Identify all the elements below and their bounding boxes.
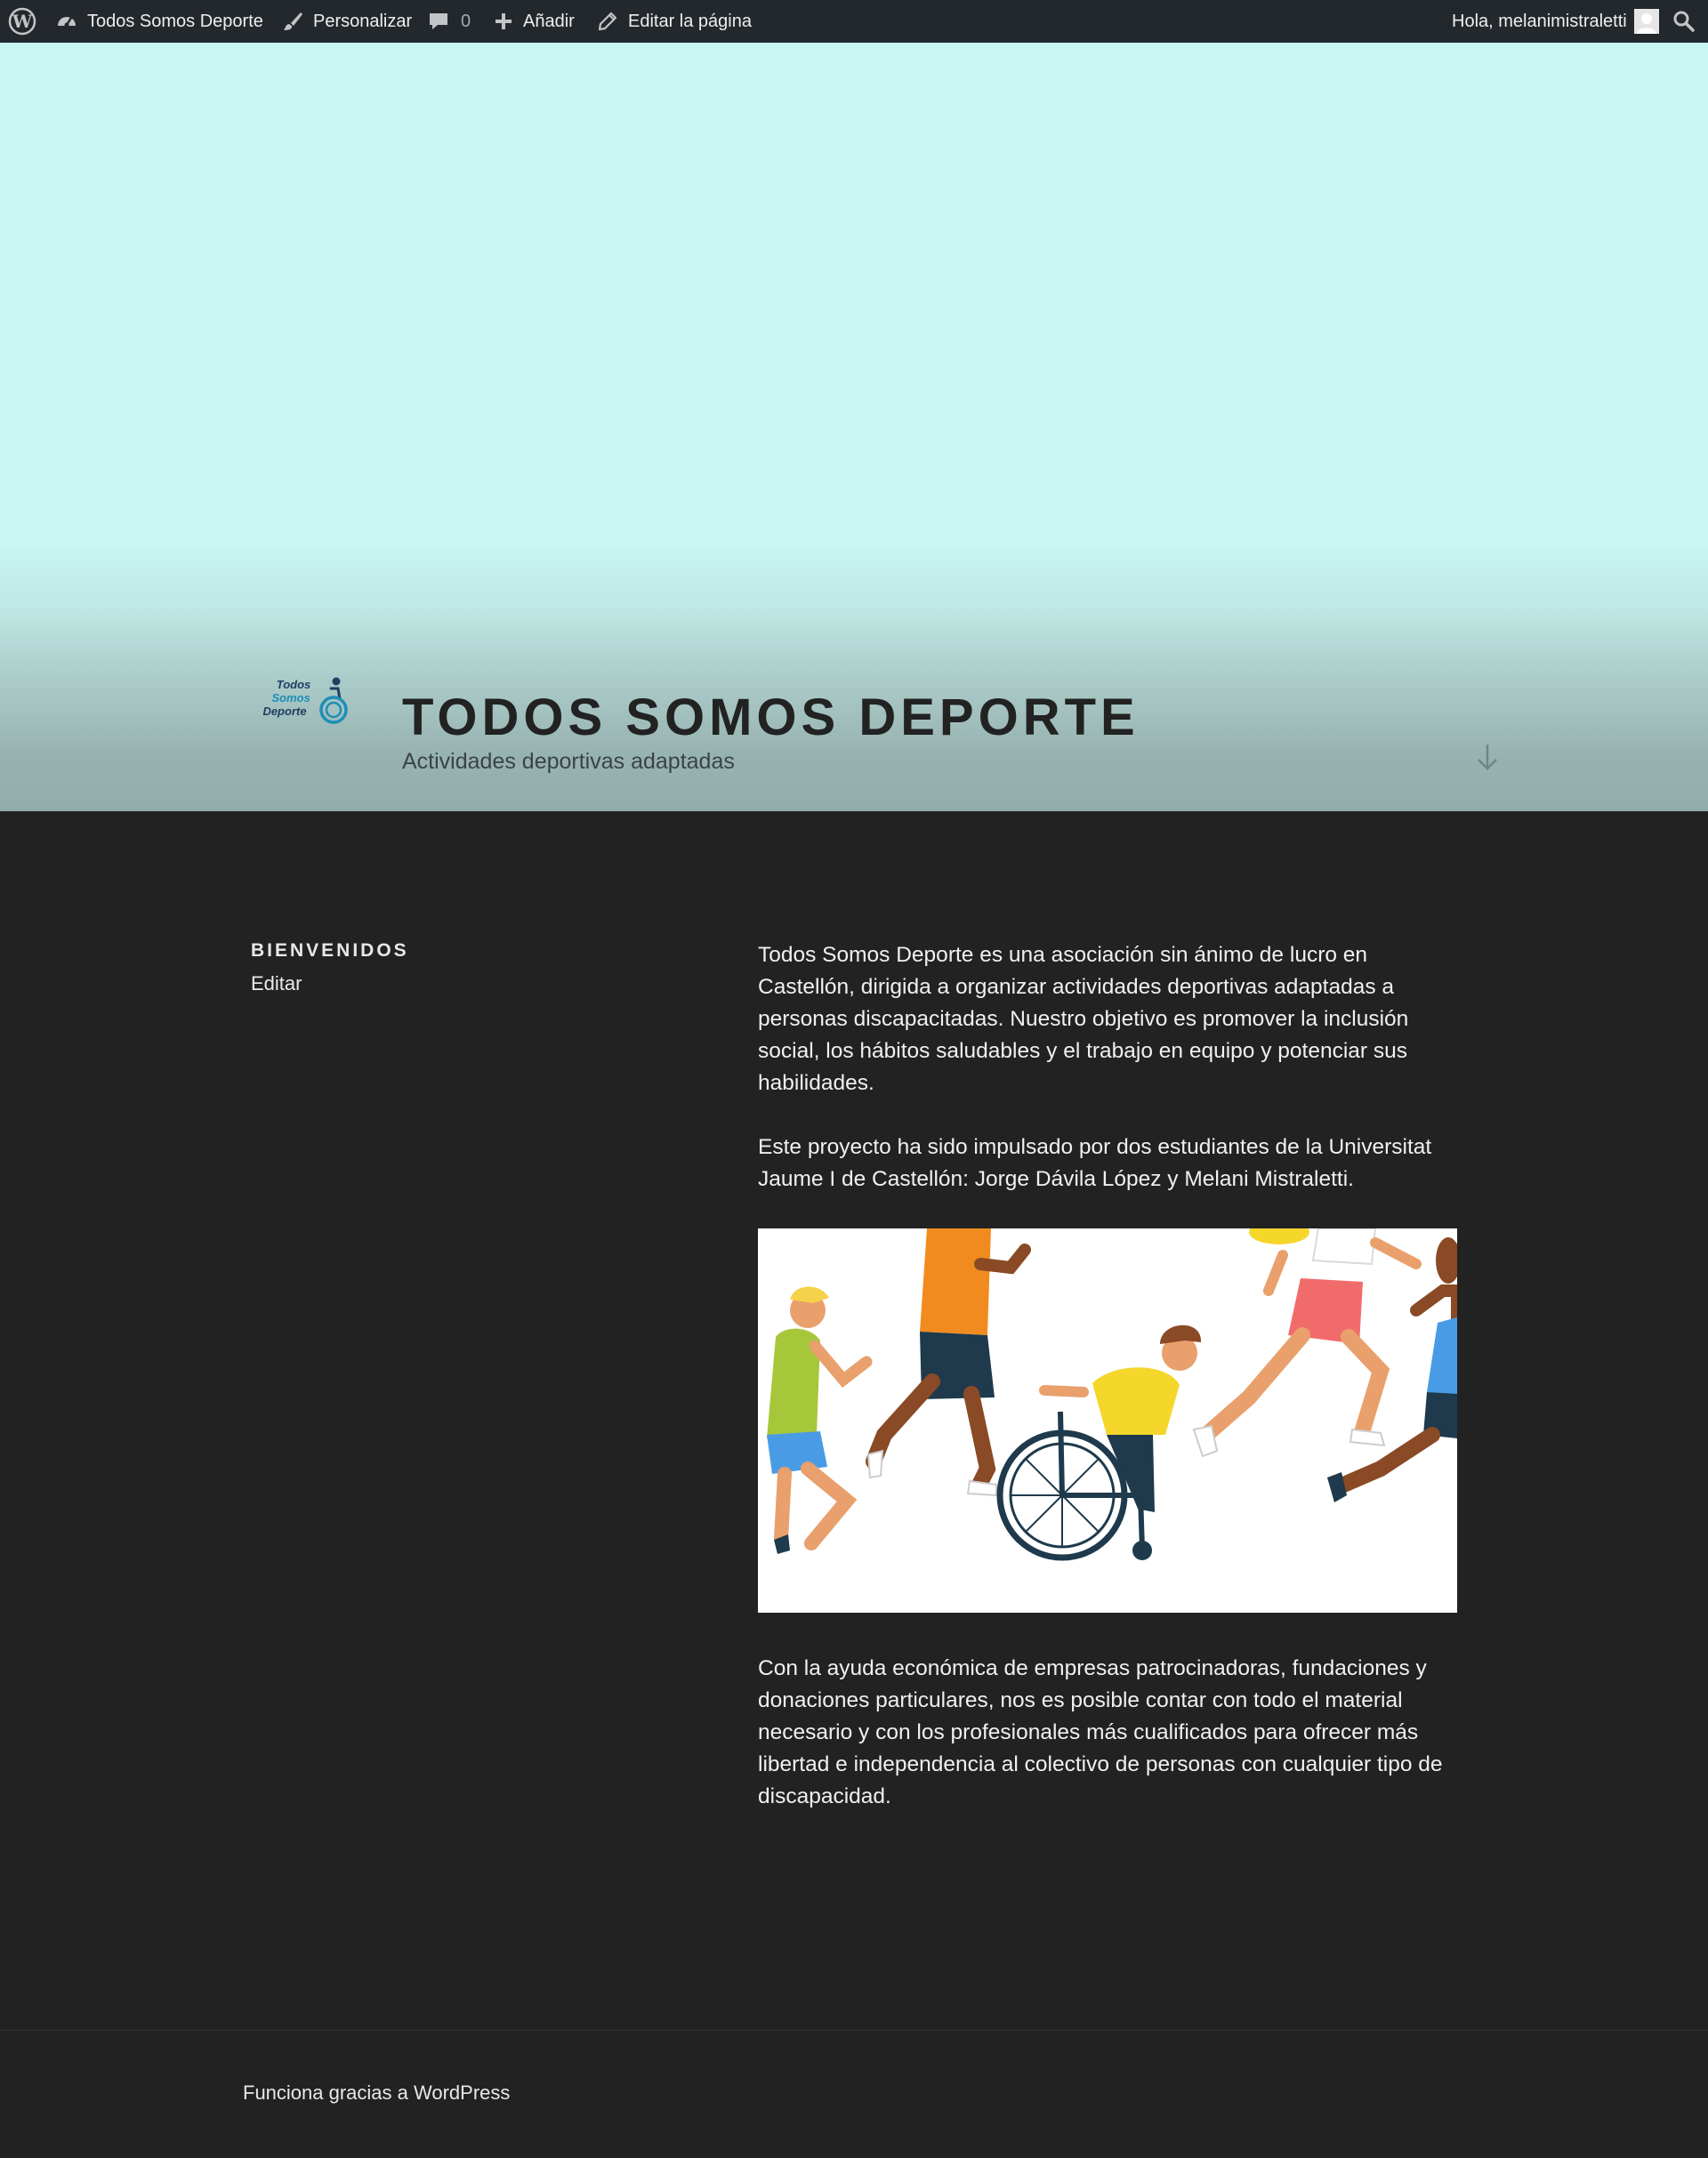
footer-divider <box>0 2030 1708 2031</box>
edit-link[interactable]: Editar <box>251 972 302 995</box>
edit-page-link[interactable]: Editar la página <box>596 0 752 43</box>
new-content-menu[interactable]: Añadir <box>493 0 575 43</box>
intro-paragraph: Todos Somos Deporte es una asociación si… <box>758 943 1409 1095</box>
footer-credit-link[interactable]: Funciona gracias a WordPress <box>243 2082 510 2105</box>
runner-figure <box>1192 1228 1422 1458</box>
wheelchair-athlete-figure <box>996 1325 1202 1561</box>
site-logo[interactable]: Todos Somos Deporte <box>251 662 354 749</box>
pencil-icon <box>596 10 619 33</box>
runner-figure <box>866 1228 1031 1497</box>
new-label: Añadir <box>523 11 575 31</box>
dashboard-icon <box>55 10 78 33</box>
customize-label: Personalizar <box>313 11 413 31</box>
plus-icon <box>493 11 514 32</box>
avatar-icon <box>1633 9 1659 34</box>
my-account-menu[interactable]: Hola, melanimistraletti <box>1452 0 1659 43</box>
wordpress-logo-icon: W <box>7 6 37 36</box>
custom-header: Todos Somos Deporte TODOS SOMOS DEPORTE … <box>0 43 1708 811</box>
svg-text:Deporte: Deporte <box>262 705 306 718</box>
runners-illustration <box>758 1228 1457 1613</box>
edit-page-label: Editar la página <box>628 11 752 31</box>
funding-paragraph: Con la ayuda económica de empresas patro… <box>758 1656 1443 1808</box>
scroll-down-button[interactable] <box>1475 742 1500 772</box>
site-name-menu[interactable]: Todos Somos Deporte <box>55 0 263 43</box>
admin-bar: W Todos Somos Deporte Personalizar 0 Aña… <box>0 0 1708 43</box>
svg-text:W: W <box>12 11 33 32</box>
search-icon <box>1672 10 1696 33</box>
project-paragraph: Este proyecto ha sido impulsado por dos … <box>758 1135 1432 1191</box>
page-title: BIENVENIDOS <box>251 940 409 961</box>
greeting-label: Hola, melanimistraletti <box>1452 11 1627 31</box>
wordpress-menu[interactable]: W <box>7 0 37 43</box>
search-button[interactable] <box>1672 0 1696 43</box>
site-title[interactable]: TODOS SOMOS DEPORTE <box>402 687 1140 749</box>
site-description: Actividades deportivas adaptadas <box>402 749 735 774</box>
comments-link[interactable]: 0 <box>427 0 471 43</box>
svg-text:Todos: Todos <box>277 678 311 691</box>
runner-figure <box>767 1286 873 1554</box>
paintbrush-icon <box>281 10 304 33</box>
comment-icon <box>427 10 450 33</box>
svg-text:Somos: Somos <box>271 691 310 705</box>
customize-link[interactable]: Personalizar <box>281 0 412 43</box>
runner-figure <box>1327 1237 1457 1502</box>
comments-count: 0 <box>461 11 471 31</box>
site-name-label: Todos Somos Deporte <box>87 11 263 31</box>
arrow-down-icon <box>1475 745 1500 776</box>
